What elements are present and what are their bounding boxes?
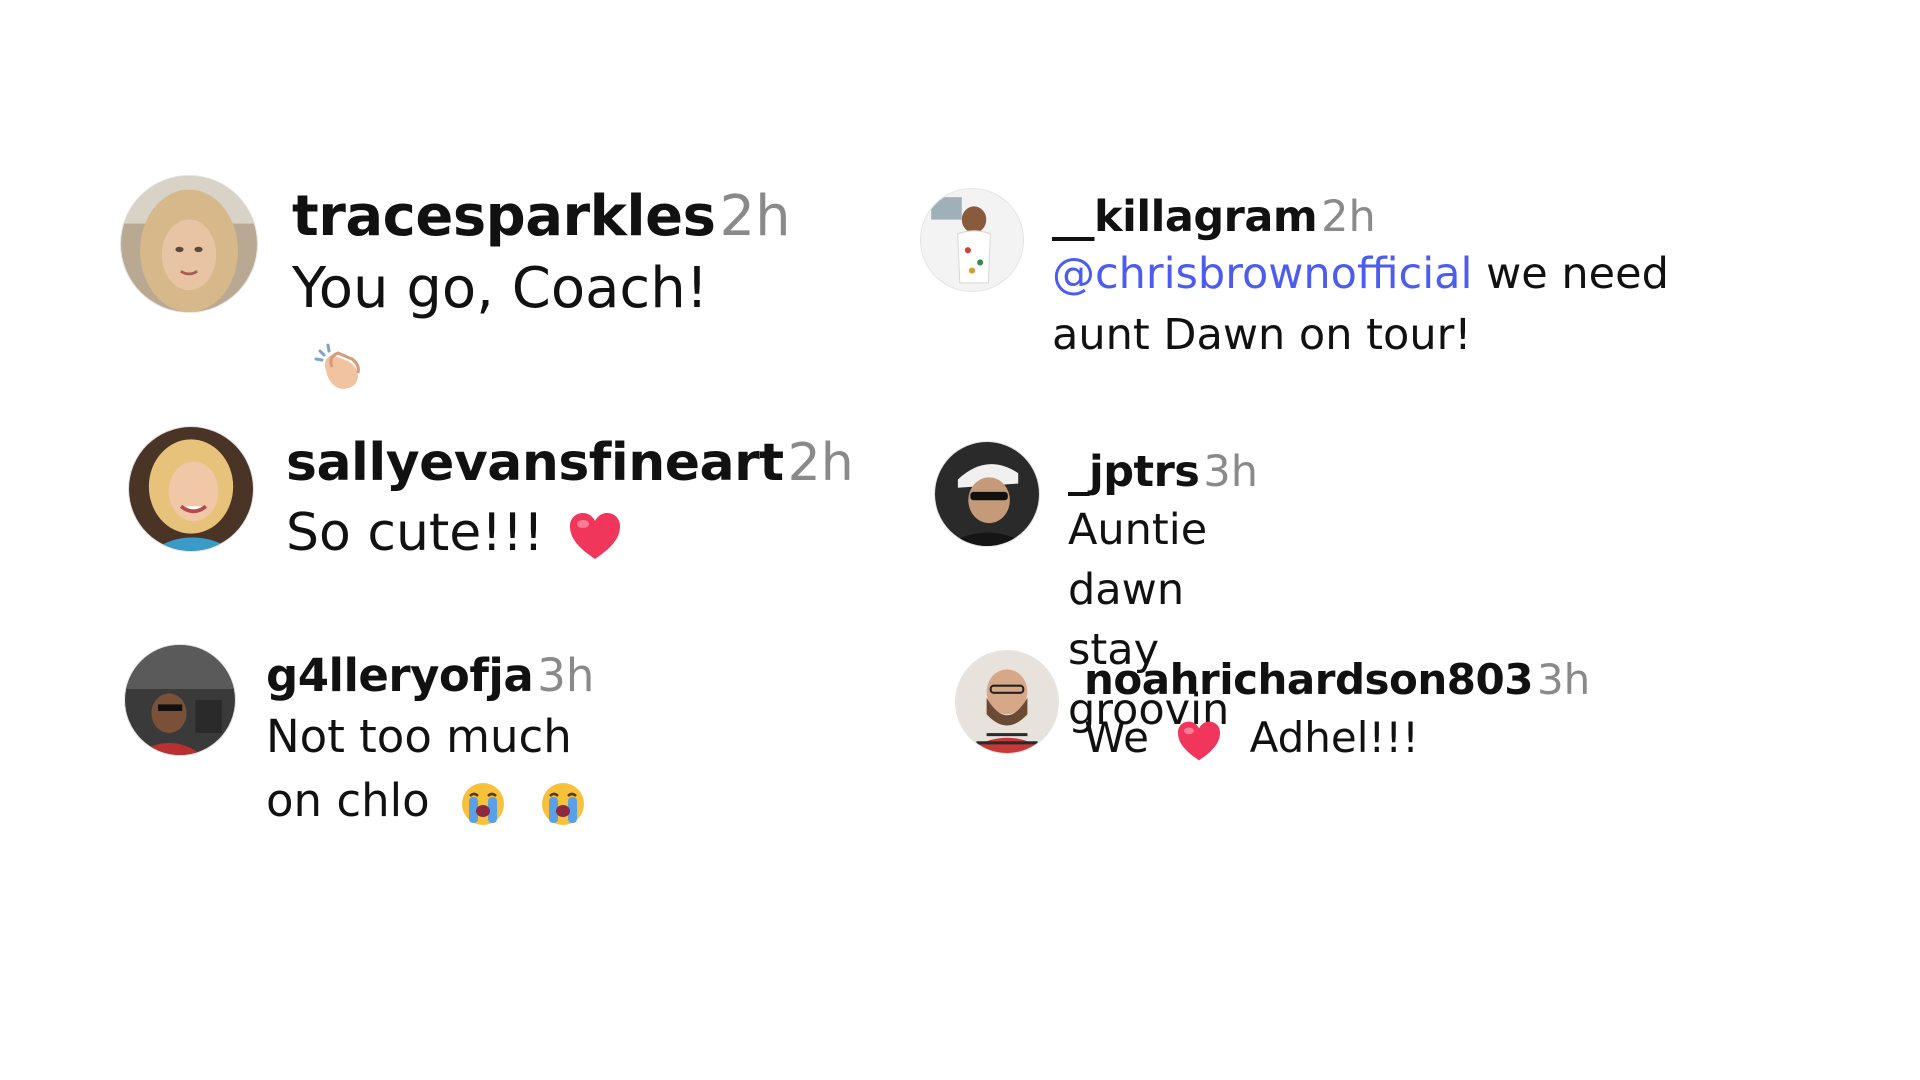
avatar[interactable] [955, 650, 1059, 754]
comment-header: tracesparkles2h [292, 183, 791, 251]
avatar[interactable] [120, 175, 258, 313]
comments-panel: tracesparkles2h You go, Coach! __killagr… [0, 0, 1920, 1080]
user-photo-icon [129, 427, 253, 551]
timestamp[interactable]: 2h [788, 433, 854, 493]
clapping-hands-icon [314, 341, 368, 395]
comment-header: noahrichardson8033h [1084, 652, 1590, 708]
comment-text: So cute!!! [286, 496, 854, 570]
username-link[interactable]: __killagram [1052, 192, 1318, 242]
comment-header: __killagram2h [1052, 190, 1772, 244]
user-photo-icon [121, 176, 257, 312]
timestamp[interactable]: 3h [537, 649, 594, 702]
timestamp[interactable]: 2h [719, 184, 790, 249]
red-heart-icon [1176, 720, 1222, 762]
loudly-crying-face-icon [540, 781, 586, 827]
comment-text-after: Adhel!!! [1249, 713, 1419, 762]
comment-text-content: So cute!!! [286, 503, 544, 563]
red-heart-icon [568, 511, 622, 561]
comment-header: g4lleryofja3h [266, 647, 594, 705]
comment-content: __killagram2h @chrisbrownofficial we nee… [1052, 190, 1772, 366]
avatar[interactable] [124, 644, 236, 756]
username-link[interactable]: noahrichardson803 [1084, 655, 1533, 704]
comment-text-before: We [1084, 713, 1149, 762]
comment-header: sallyevansfineart2h [286, 430, 854, 496]
user-photo-icon [935, 442, 1039, 546]
comment-text: We Adhel!!! [1084, 708, 1590, 768]
avatar[interactable] [920, 188, 1024, 292]
user-photo-icon [921, 189, 1023, 291]
timestamp[interactable]: 2h [1321, 192, 1376, 242]
comment-content: g4lleryofja3h Not too much on chlo [266, 647, 594, 833]
loudly-crying-face-icon [460, 781, 506, 827]
avatar[interactable] [128, 426, 254, 552]
timestamp[interactable]: 3h [1203, 447, 1258, 497]
avatar[interactable] [934, 441, 1040, 547]
comment-text-content: You go, Coach! [292, 256, 709, 321]
user-photo-icon [125, 645, 235, 755]
username-link[interactable]: sallyevansfineart [286, 433, 784, 493]
username-link[interactable]: _jptrs [1068, 447, 1200, 497]
username-link[interactable]: tracesparkles [292, 184, 716, 249]
comment-content: tracesparkles2h You go, Coach! [292, 183, 791, 403]
mention-link[interactable]: @chrisbrownofficial [1052, 249, 1472, 299]
comment-text: You go, Coach! [292, 251, 791, 403]
comment-text: @chrisbrownofficial we need aunt Dawn on… [1052, 244, 1772, 366]
timestamp[interactable]: 3h [1537, 655, 1590, 704]
comment-header: _jptrs3h [1068, 444, 1258, 500]
comment-content: noahrichardson8033h We Adhel!!! [1084, 652, 1590, 768]
comment-content: sallyevansfineart2h So cute!!! [286, 430, 854, 570]
user-photo-icon [956, 651, 1058, 753]
comment-text: Not too much on chlo [266, 705, 594, 833]
comment-text-content: Not too much on chlo [266, 710, 572, 827]
username-link[interactable]: g4lleryofja [266, 649, 534, 702]
